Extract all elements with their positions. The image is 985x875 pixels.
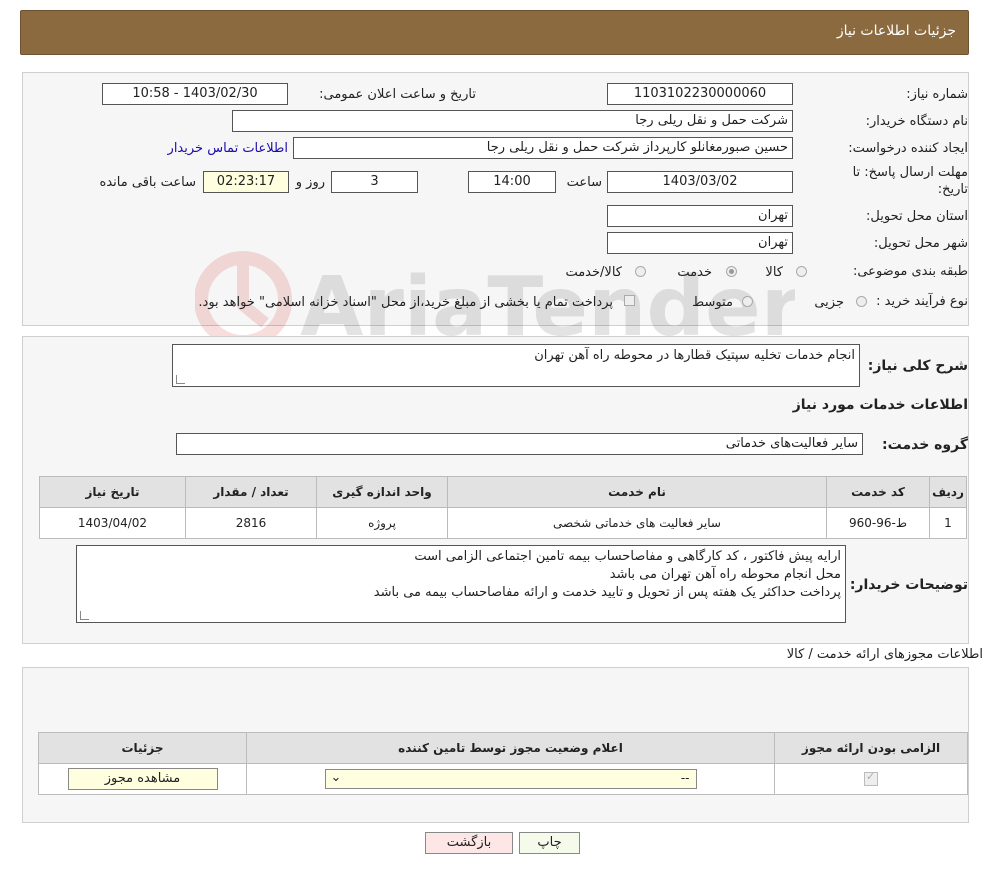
summary-text: انجام خدمات تخلیه سپتیک قطارها در محوطه …	[534, 348, 855, 363]
days-field[interactable]: 3	[331, 171, 418, 193]
cell-date: 1403/04/02	[39, 507, 186, 539]
payment-checkbox[interactable]	[624, 295, 635, 306]
process-radio-minor[interactable]	[856, 296, 867, 307]
print-button[interactable]: چاپ	[519, 832, 580, 854]
need-number-label: شماره نیاز:	[906, 87, 968, 102]
cell-row: 1	[929, 507, 967, 539]
page-header: جزئیات اطلاعات نیاز	[20, 10, 969, 55]
buyer-note-line: ارایه پیش فاکتور ، کد کارگاهی و مفاصاحسا…	[414, 549, 841, 564]
deadline-time-field[interactable]: 14:00	[468, 171, 556, 193]
col-status: اعلام وضعیت مجوز توسط تامین کننده	[246, 732, 775, 764]
col-details: جزئیات	[38, 732, 247, 764]
page-title: جزئیات اطلاعات نیاز	[836, 23, 956, 39]
cell-required: ✓	[774, 763, 968, 795]
chevron-down-icon: ⌄	[330, 770, 342, 785]
permits-table-header: الزامی بودن ارائه مجوز اعلام وضعیت مجوز …	[38, 732, 968, 764]
table-row: 1 ط-96-960 سایر فعالیت های خدماتی شخصی پ…	[39, 507, 967, 539]
cell-code: ط-96-960	[826, 507, 930, 539]
view-permit-button[interactable]: مشاهده مجوز	[67, 768, 218, 790]
col-date: تاریخ نیاز	[39, 476, 186, 508]
process-radio-medium[interactable]	[742, 296, 753, 307]
province-label: استان محل تحویل:	[866, 209, 968, 224]
payment-note: پرداخت تمام یا بخشی از مبلغ خرید،از محل …	[198, 295, 613, 310]
resize-grip-icon[interactable]	[176, 375, 185, 384]
col-required: الزامی بودن ارائه مجوز	[774, 732, 968, 764]
services-table-wrap: ردیف کد خدمت نام خدمت واحد اندازه گیری ت…	[39, 476, 967, 539]
remaining-label: ساعت باقی مانده	[99, 175, 196, 190]
col-row: ردیف	[929, 476, 967, 508]
cell-qty: 2816	[185, 507, 317, 539]
category-option-service: خدمت	[677, 265, 712, 280]
resize-grip-icon[interactable]	[80, 611, 89, 620]
city-label: شهر محل تحویل:	[873, 236, 968, 251]
category-label: طبقه بندی موضوعی:	[852, 264, 968, 279]
check-icon: ✓	[866, 770, 876, 784]
category-option-goods: کالا	[765, 265, 783, 280]
need-number-field[interactable]: 1103102230000060	[607, 83, 793, 105]
hour-label: ساعت	[566, 175, 602, 190]
summary-label: شرح کلی نیاز:	[867, 358, 968, 374]
process-label: نوع فرآیند خرید :	[876, 294, 968, 309]
cell-status: -- ⌄	[246, 763, 775, 795]
service-group-field[interactable]: سایر فعالیت‌های خدماتی	[176, 433, 863, 455]
required-checkbox[interactable]: ✓	[864, 770, 878, 787]
service-group-label: گروه خدمت:	[882, 437, 968, 453]
summary-textarea[interactable]: انجام خدمات تخلیه سپتیک قطارها در محوطه …	[172, 344, 860, 387]
category-radio-service[interactable]	[726, 266, 737, 277]
remaining-time-field: 02:23:17	[203, 171, 289, 193]
announce-label: تاریخ و ساعت اعلان عمومی:	[319, 87, 476, 102]
category-option-goods-service: کالا/خدمت	[565, 265, 622, 280]
deadline-label: مهلت ارسال پاسخ: تا	[852, 165, 968, 180]
process-option-minor: جزیی	[814, 295, 844, 310]
permits-heading: اطلاعات مجوزهای ارائه خدمت / کالا	[786, 647, 983, 662]
col-qty: تعداد / مقدار	[185, 476, 317, 508]
services-heading: اطلاعات خدمات مورد نیاز	[792, 397, 968, 413]
col-code: کد خدمت	[826, 476, 930, 508]
deadline-label-date: تاریخ:	[937, 182, 968, 197]
services-table: ردیف کد خدمت نام خدمت واحد اندازه گیری ت…	[39, 476, 967, 539]
permits-table: الزامی بودن ارائه مجوز اعلام وضعیت مجوز …	[38, 732, 968, 795]
buyer-contact-link[interactable]: اطلاعات تماس خریدار	[168, 141, 288, 156]
permits-table-wrap: الزامی بودن ارائه مجوز اعلام وضعیت مجوز …	[38, 732, 968, 795]
buyer-org-field[interactable]: شرکت حمل و نقل ریلی رجا	[232, 110, 793, 132]
cell-details: مشاهده مجوز	[38, 763, 247, 795]
buyer-org-label: نام دستگاه خریدار:	[865, 114, 968, 129]
creator-field[interactable]: حسین صبورمغانلو کارپرداز شرکت حمل و نقل …	[293, 137, 793, 159]
col-name: نام خدمت	[447, 476, 827, 508]
back-button[interactable]: بازگشت	[425, 832, 513, 854]
buyer-note-line: پرداخت حداکثر یک هفته پس از تحویل و تایی…	[373, 585, 841, 600]
creator-label: ایجاد کننده درخواست:	[848, 141, 968, 156]
permit-status-value: --	[680, 771, 690, 785]
category-radio-goods[interactable]	[796, 266, 807, 277]
process-option-medium: متوسط	[692, 295, 733, 310]
buyer-notes-label: توضیحات خریدار:	[849, 577, 968, 593]
announce-field[interactable]: 1403/02/30 - 10:58	[102, 83, 288, 105]
cell-unit: پروژه	[316, 507, 448, 539]
table-row: ✓ -- ⌄ مشاهده مجوز	[38, 763, 968, 795]
province-field[interactable]: تهران	[607, 205, 793, 227]
city-field[interactable]: تهران	[607, 232, 793, 254]
deadline-date-field[interactable]: 1403/03/02	[607, 171, 793, 193]
cell-name: سایر فعالیت های خدماتی شخصی	[447, 507, 827, 539]
days-label: روز و	[295, 175, 325, 190]
category-radio-goods-service[interactable]	[635, 266, 646, 277]
services-table-header: ردیف کد خدمت نام خدمت واحد اندازه گیری ت…	[39, 476, 967, 508]
buyer-notes-textarea[interactable]: ارایه پیش فاکتور ، کد کارگاهی و مفاصاحسا…	[76, 545, 846, 623]
buyer-note-line: محل انجام محوطه راه آهن تهران می باشد	[609, 567, 841, 582]
col-unit: واحد اندازه گیری	[316, 476, 448, 508]
permit-status-select[interactable]: -- ⌄	[324, 769, 697, 789]
